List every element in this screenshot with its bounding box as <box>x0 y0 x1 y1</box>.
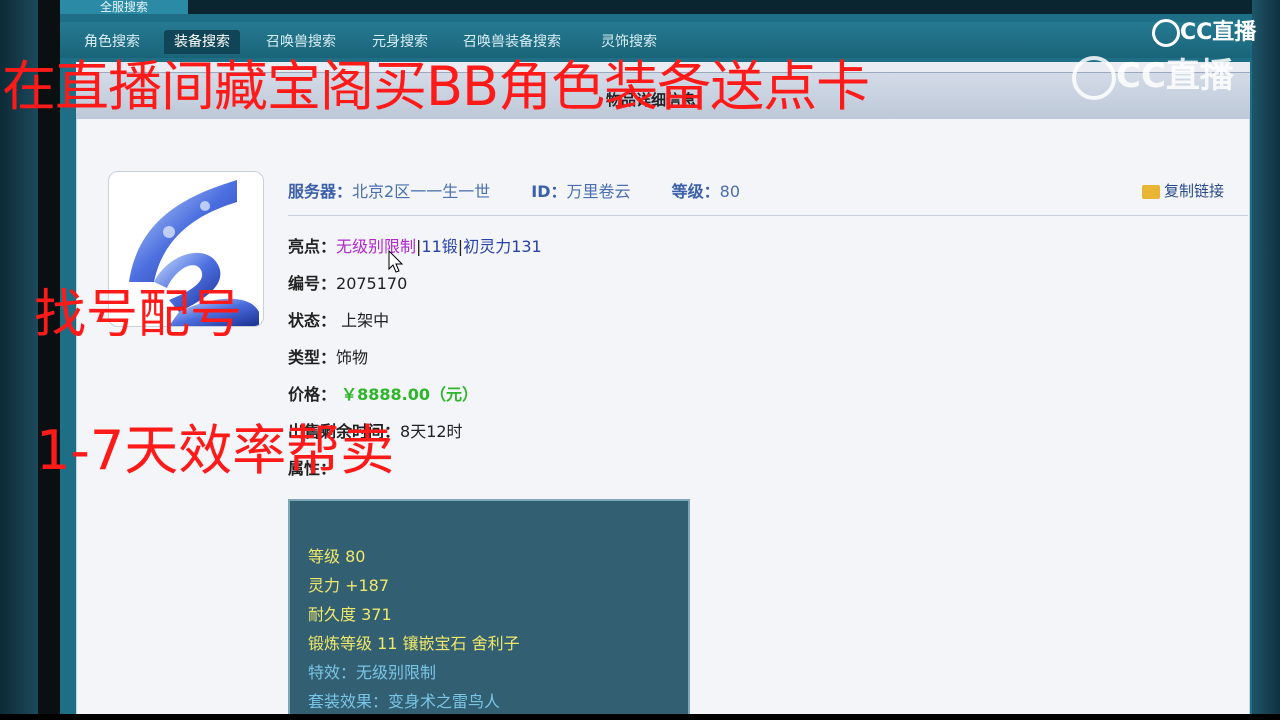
server-value: 北京2区一一生一世 <box>352 182 491 201</box>
folder-icon <box>1142 184 1160 199</box>
attr-line: 等级 80 <box>308 547 366 566</box>
attr-line: 特效：无级别限制 <box>308 663 437 682</box>
cc-logo-icon <box>1152 19 1180 47</box>
cc-logo-icon <box>1072 55 1116 100</box>
copy-link-button[interactable]: 复制链接 <box>1142 180 1224 201</box>
status-row: 状态： 上架中 <box>288 307 389 331</box>
serial-value: 2075170 <box>336 274 408 293</box>
cc-watermark-large: CC直播 <box>1072 48 1234 100</box>
cc-watermark-small: CC直播 <box>1152 14 1256 47</box>
attr-line: 灵力 +187 <box>308 576 390 595</box>
top-bar <box>60 0 1252 14</box>
status-value: 上架中 <box>341 311 390 330</box>
type-row: 类型：饰物 <box>288 344 368 368</box>
attribute-box: 等级 80 灵力 +187 耐久度 371 锻炼等级 11 镶嵌宝石 舍利子 特… <box>288 499 690 718</box>
server-info: 服务器：北京2区一一生一世 ID：万里卷云 等级：80 <box>288 178 740 202</box>
id-label: ID： <box>531 182 567 201</box>
highlight-label: 亮点： <box>288 237 337 256</box>
server-label: 服务器： <box>288 182 353 201</box>
status-label: 状态： <box>288 311 337 330</box>
right-background-strip <box>1252 0 1280 720</box>
type-label: 类型： <box>288 348 337 367</box>
remain-value: 8天12时 <box>400 422 463 441</box>
copy-link-label: 复制链接 <box>1164 182 1225 200</box>
attr-line: 耐久度 371 <box>308 605 392 624</box>
price-value: ￥8888.00（元） <box>341 385 478 404</box>
highlight-1: 无级别限制 <box>336 237 417 256</box>
id-value: 万里卷云 <box>566 182 631 201</box>
tab-all-server-search[interactable]: 全服搜索 <box>60 0 188 14</box>
level-label: 等级： <box>671 182 720 201</box>
cc-watermark-text: CC直播 <box>1180 20 1257 45</box>
bottom-bar <box>0 714 1280 720</box>
overlay-banner: 在直播间藏宝阁买BB角色装备送点卡 <box>2 55 870 118</box>
price-label: 价格： <box>288 385 337 404</box>
overlay-line2: 找号配号 <box>34 285 243 345</box>
highlight-3: 初灵力131 <box>463 237 542 256</box>
type-value: 饰物 <box>336 348 369 367</box>
level-value: 80 <box>719 182 741 201</box>
highlight-2: 11锻 <box>421 237 458 256</box>
cc-watermark-text: CC直播 <box>1116 56 1234 96</box>
mouse-cursor-icon <box>388 250 404 273</box>
divider <box>288 215 1248 216</box>
video-frame: 全服搜索 角色搜索 装备搜索 召唤兽搜索 元身搜索 召唤兽装备搜索 灵饰搜索 物… <box>0 0 1280 720</box>
overlay-line3: 1-7天效率帮卖 <box>36 419 395 482</box>
attr-line: 锻炼等级 11 镶嵌宝石 舍利子 <box>308 634 520 653</box>
serial-label: 编号： <box>288 274 337 293</box>
price-row: 价格： ￥8888.00（元） <box>288 381 478 405</box>
highlight-row: 亮点：无级别限制|11锻|初灵力131 <box>288 233 542 257</box>
attr-line: 套装效果：变身术之雷鸟人 <box>308 692 501 711</box>
